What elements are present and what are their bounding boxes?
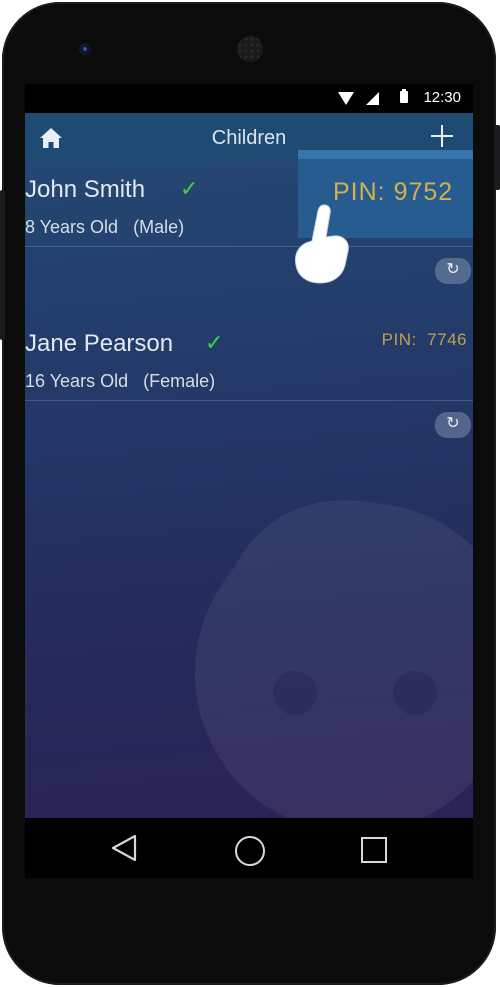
refresh-icon: ↻ [446, 415, 460, 432]
child-face-watermark-icon [195, 500, 473, 833]
system-nav-bar [25, 818, 473, 878]
plus-icon[interactable] [431, 125, 453, 147]
list-item-child-2[interactable]: Jane Pearson ✓ 16 Years Old (Female) PIN… [25, 316, 473, 400]
page-title: Children [211, 127, 287, 149]
volume-button [0, 190, 5, 340]
status-bar: 12:30 [25, 84, 473, 113]
battery-icon [400, 89, 408, 103]
refresh-icon: ↻ [446, 261, 460, 278]
wifi-icon [338, 92, 354, 105]
child-name: John Smith [25, 176, 146, 203]
signal-icon [366, 92, 379, 105]
back-icon[interactable] [111, 834, 137, 862]
check-icon: ✓ [205, 330, 224, 355]
divider [25, 400, 473, 401]
refresh-pin-button[interactable]: ↻ [435, 258, 471, 284]
child-name: Jane Pearson [25, 330, 174, 357]
recents-icon[interactable] [361, 837, 387, 863]
child-age: 8 Years Old (Male) [25, 217, 185, 237]
child-pin: PIN: 7746 [381, 330, 467, 349]
child-age: 16 Years Old (Female) [25, 371, 216, 391]
divider [25, 246, 473, 247]
app-content: Children John Smith ✓ 8 Years Old (Male)… [25, 113, 473, 833]
phone-frame: 12:30 Children John Smith ✓ 8 Years Old … [0, 0, 500, 987]
power-button [495, 125, 500, 190]
front-camera [79, 43, 91, 55]
earpiece-speaker [237, 36, 263, 62]
tap-hand-icon [295, 204, 349, 284]
screen: 12:30 Children John Smith ✓ 8 Years Old … [25, 84, 473, 878]
check-icon: ✓ [180, 176, 199, 201]
home-circle-icon[interactable] [235, 836, 265, 866]
refresh-pin-button[interactable]: ↻ [435, 412, 471, 438]
status-time: 12:30 [423, 89, 461, 106]
